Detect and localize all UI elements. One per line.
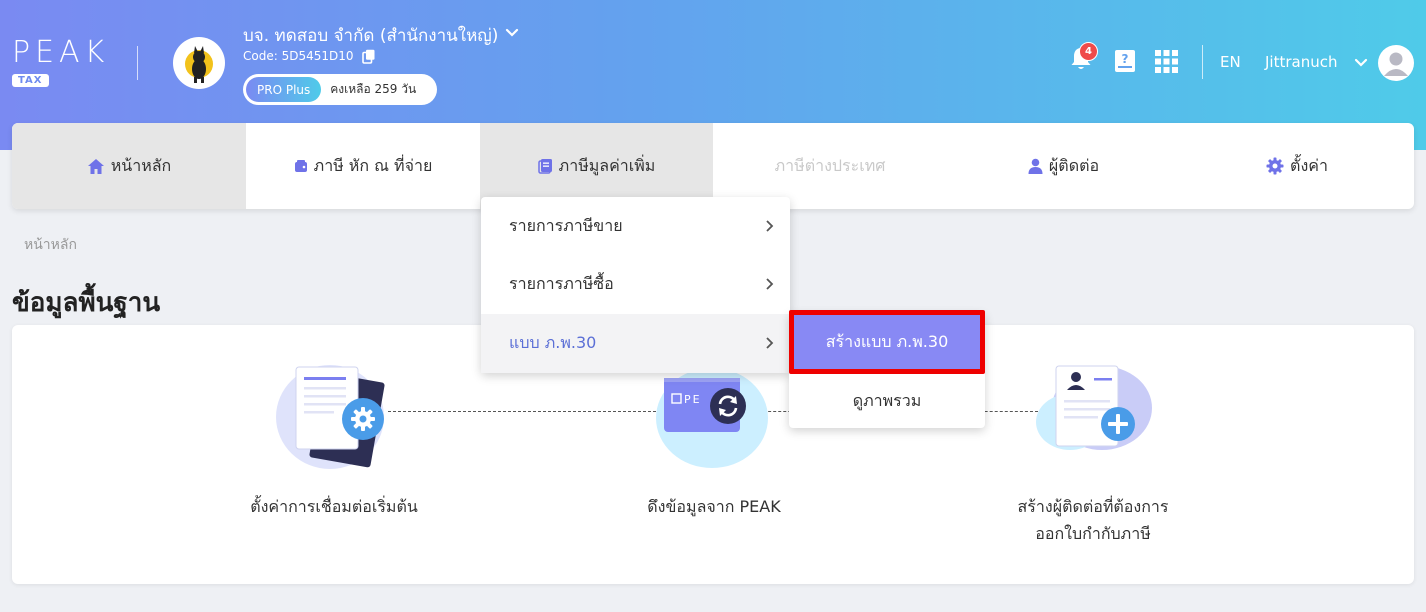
- chevron-down-icon[interactable]: [1353, 55, 1369, 75]
- nav-withholding-tax[interactable]: ภาษี หัก ณ ที่จ่าย: [246, 123, 480, 209]
- plan-remaining-days: คงเหลือ 259 วัน: [330, 82, 417, 96]
- header-divider: [1202, 45, 1203, 79]
- nav-settings[interactable]: ตั้งค่า: [1180, 123, 1414, 209]
- add-contact-illustration: [1032, 360, 1157, 476]
- menu-item-sales-tax[interactable]: รายการภาษีขาย: [481, 197, 790, 255]
- chevron-right-icon: [766, 337, 774, 349]
- nav-foreign-tax-label: ภาษีต่างประเทศ: [774, 155, 886, 175]
- breadcrumb[interactable]: หน้าหลัก: [24, 234, 77, 256]
- home-icon: [87, 158, 104, 174]
- menu-item-label: รายการภาษีขาย: [509, 215, 623, 235]
- chevron-right-icon: [766, 278, 774, 290]
- gear-icon: [1266, 157, 1284, 175]
- language-switch[interactable]: EN: [1220, 53, 1241, 71]
- nav-home-label: หน้าหลัก: [110, 155, 172, 175]
- company-code: Code: 5D5451D10: [243, 49, 354, 63]
- create-pp30-button[interactable]: สร้างแบบ ภ.พ.30: [789, 310, 985, 374]
- peak-sync-illustration: PE: [650, 360, 775, 476]
- header-divider: [137, 46, 138, 80]
- step-label-connection: ตั้งค่าการเชื่อมต่อเริ่มต้น: [250, 497, 418, 516]
- username[interactable]: Jittranuch: [1265, 53, 1337, 71]
- user-icon: [1028, 158, 1043, 174]
- user-silhouette-icon: [1384, 52, 1408, 76]
- company-avatar[interactable]: [173, 37, 225, 89]
- chevron-down-icon[interactable]: [503, 24, 521, 46]
- user-avatar[interactable]: [1378, 45, 1414, 81]
- view-overview-item[interactable]: ดูภาพรวม: [789, 376, 985, 426]
- step-label-fetch-peak: ดึงข้อมูลจาก PEAK: [647, 497, 781, 516]
- plan-badge: PRO Plus: [246, 77, 322, 102]
- step-label-create-contact-line2: ออกใบกำกับภาษี: [1035, 524, 1151, 543]
- nav-contacts[interactable]: ผู้ติดต่อ: [947, 123, 1180, 209]
- nav-vat-label: ภาษีมูลค่าเพิ่ม: [558, 155, 656, 175]
- menu-item-label: รายการภาษีซื้อ: [509, 273, 614, 293]
- menu-item-label: แบบ ภ.พ.30: [509, 333, 597, 352]
- page-title: ข้อมูลพื้นฐาน: [12, 288, 161, 318]
- menu-item-purchase-tax[interactable]: รายการภาษีซื้อ: [481, 255, 790, 313]
- settings-document-illustration: [272, 355, 397, 479]
- nav-home[interactable]: หน้าหลัก: [12, 123, 246, 209]
- svg-text:?: ?: [1122, 52, 1129, 66]
- nav-settings-label: ตั้งค่า: [1290, 155, 1328, 175]
- help-book-icon[interactable]: ?: [1114, 49, 1136, 77]
- peak-tax-logo[interactable]: PEAK TAX: [12, 38, 109, 87]
- vat-dropdown-menu: รายการภาษีขาย รายการภาษีซื้อ แบบ ภ.พ.30: [481, 197, 790, 373]
- company-name[interactable]: บจ. ทดสอบ จำกัด (สำนักงานใหญ่): [243, 22, 498, 49]
- nav-withholding-label: ภาษี หัก ณ ที่จ่าย: [313, 155, 433, 175]
- plan-pill[interactable]: PRO Plus คงเหลือ 259 วัน: [243, 74, 437, 105]
- notification-count-badge: 4: [1079, 42, 1098, 61]
- svg-text:PE: PE: [684, 393, 702, 406]
- logo-text: PEAK: [12, 35, 110, 70]
- menu-item-pp30[interactable]: แบบ ภ.พ.30: [481, 314, 790, 373]
- step-connector: [388, 411, 666, 412]
- chevron-right-icon: [766, 220, 774, 232]
- document-icon: [537, 159, 552, 174]
- logo-sub-text: TAX: [12, 74, 49, 87]
- copy-icon[interactable]: [362, 49, 376, 68]
- step-label-create-contact: สร้างผู้ติดต่อที่ต้องการ: [1017, 497, 1169, 516]
- nav-contacts-label: ผู้ติดต่อ: [1048, 155, 1100, 175]
- cat-icon: [185, 46, 213, 83]
- apps-grid-icon[interactable]: [1155, 50, 1178, 77]
- wallet-icon: [294, 160, 307, 172]
